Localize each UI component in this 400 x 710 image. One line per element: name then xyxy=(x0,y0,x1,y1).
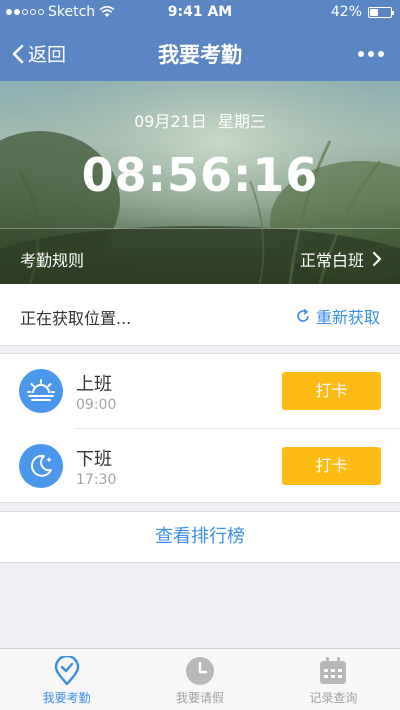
refresh-location-button[interactable]: 重新获取 xyxy=(295,304,380,328)
date-value: 09月21日 xyxy=(134,112,207,131)
location-status: 正在获取位置... xyxy=(20,309,132,328)
shift-name: 上班 xyxy=(76,374,112,395)
weekday-value: 星期三 xyxy=(217,112,266,131)
chevron-right-icon xyxy=(372,251,382,267)
location-check-icon xyxy=(54,656,79,686)
refresh-label: 重新获取 xyxy=(315,308,380,327)
date-label: 09月21日 星期三 xyxy=(0,108,400,132)
view-ranking-button[interactable]: 查看排行榜 xyxy=(0,511,400,563)
tab-attendance[interactable]: 我要考勤 xyxy=(0,649,133,710)
page-title: 我要考勤 xyxy=(158,43,242,67)
shift-name: 下班 xyxy=(76,449,112,470)
tab-label: 记录查询 xyxy=(309,691,358,705)
attendance-rule-row[interactable]: 考勤规则 正常白班 xyxy=(0,228,400,284)
rule-label: 考勤规则 xyxy=(20,251,85,270)
more-button[interactable] xyxy=(358,51,384,57)
clock-out-button[interactable]: 打卡 xyxy=(282,447,381,485)
current-time: 08:56:16 xyxy=(81,148,319,202)
location-row: 正在获取位置... 重新获取 xyxy=(0,284,400,346)
tab-leave[interactable]: 我要请假 xyxy=(133,649,266,710)
shift-time: 09:00 xyxy=(76,397,117,413)
nav-bar: 返回 我要考勤 xyxy=(0,26,400,81)
list-item: 上班 09:00 打卡 xyxy=(0,354,400,429)
list-item: 下班 17:30 打卡 xyxy=(0,429,400,503)
battery-icon xyxy=(368,6,394,18)
clock-in-button[interactable]: 打卡 xyxy=(282,372,381,410)
status-bar: Sketch 9:41 AM 42% xyxy=(0,0,400,26)
shift-time: 17:30 xyxy=(76,472,117,488)
sunrise-icon xyxy=(19,369,63,413)
tab-records[interactable]: 记录查询 xyxy=(267,649,400,710)
more-dots-icon xyxy=(358,51,364,57)
clock-icon xyxy=(185,657,214,685)
refresh-icon xyxy=(297,308,309,322)
tab-bar: 我要考勤 我要请假 记录查询 xyxy=(0,648,400,710)
tab-label: 我要请假 xyxy=(175,691,224,705)
hero-banner: Sketch 9:41 AM 42% 返回 我要考勤 09月21日 星期三 08 xyxy=(0,0,400,284)
rule-value: 正常白班 xyxy=(299,251,364,270)
moon-icon xyxy=(19,444,63,488)
shift-list: 上班 09:00 打卡 下班 17:30 打卡 xyxy=(0,353,400,503)
calendar-icon xyxy=(320,657,347,684)
battery-percent: 42% xyxy=(330,4,362,20)
tab-label: 我要考勤 xyxy=(42,691,91,705)
